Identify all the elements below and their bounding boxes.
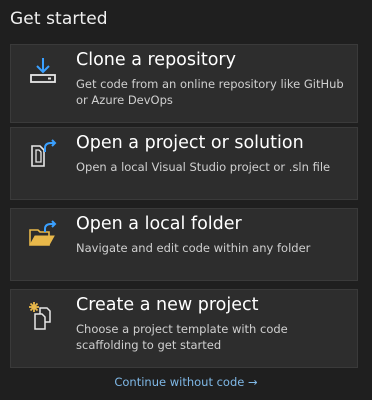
open-project-description: Open a local Visual Studio project or .s… <box>76 160 331 174</box>
new-project-button[interactable]: Create a new project Choose a project te… <box>10 289 358 368</box>
clone-repository-label: Clone a repository <box>76 50 236 70</box>
download-icon <box>27 55 59 87</box>
open-project-button[interactable]: Open a project or solution Open a local … <box>10 127 358 200</box>
continue-without-code-link[interactable]: Continue without code → <box>0 375 372 389</box>
open-folder-button[interactable]: Open a local folder Navigate and edit co… <box>10 208 358 281</box>
new-project-label: Create a new project <box>76 295 259 315</box>
open-folder-icon <box>27 219 59 251</box>
open-folder-description: Navigate and edit code within any folder <box>76 241 311 255</box>
clone-repository-button[interactable]: Clone a repository Get code from an onli… <box>10 44 358 123</box>
open-project-icon <box>27 138 59 170</box>
page-title: Get started <box>10 9 108 29</box>
clone-repository-description: Get code from an online repository like … <box>76 77 344 107</box>
get-started-panel: Get started Clone a repository Get code … <box>0 0 372 400</box>
new-project-icon <box>27 300 59 332</box>
new-project-description: Choose a project template with code scaf… <box>76 322 288 352</box>
open-folder-label: Open a local folder <box>76 214 242 234</box>
open-project-label: Open a project or solution <box>76 133 304 153</box>
